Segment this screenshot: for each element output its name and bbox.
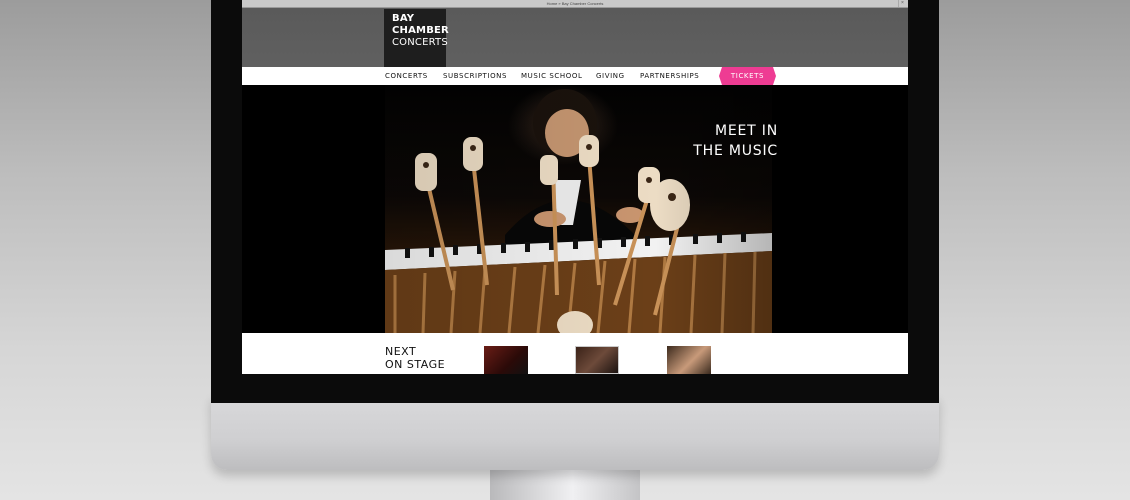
nav-item-concerts[interactable]: CONCERTS [385, 67, 428, 85]
logo-text-bay: BAY [392, 13, 415, 24]
nav-item-giving[interactable]: GIVING [596, 67, 625, 85]
event-thumbnail-3[interactable] [667, 346, 711, 374]
browser-address-bar[interactable]: Home » Bay Chamber Concerts × [242, 0, 908, 8]
next-on-stage-section: NEXT ON STAGE [242, 333, 908, 374]
next-on-stage-title-line2: ON STAGE [385, 358, 446, 371]
browser-screen: Home » Bay Chamber Concerts × BAY CHAMBE… [242, 0, 908, 374]
event-thumbnail-1[interactable] [484, 346, 528, 374]
next-on-stage-title-line1: NEXT [385, 345, 417, 358]
logo-text-chamber: CHAMBER [392, 25, 449, 36]
logo-text-concerts: CONCERTS [392, 37, 448, 48]
next-on-stage-title: NEXT ON STAGE [385, 345, 475, 371]
site-header: BAY CHAMBER CONCERTS [242, 8, 908, 67]
event-thumbnail-2[interactable] [575, 346, 619, 374]
nav-item-subscriptions[interactable]: SUBSCRIPTIONS [443, 67, 507, 85]
close-icon[interactable]: × [898, 0, 906, 7]
monitor-chin [211, 395, 939, 470]
browser-address-text: Home » Bay Chamber Concerts [546, 1, 604, 6]
main-navigation: CONCERTS SUBSCRIPTIONS MUSIC SCHOOL GIVI… [242, 67, 908, 85]
hero-headline-line1: MEET IN [715, 123, 778, 139]
nav-item-partnerships[interactable]: PARTNERSHIPS [640, 67, 699, 85]
nav-item-music-school[interactable]: MUSIC SCHOOL [521, 67, 583, 85]
tickets-button[interactable]: TICKETS [719, 67, 776, 85]
hero-headline: MEET IN THE MUSIC [668, 121, 778, 161]
site-logo[interactable]: BAY CHAMBER CONCERTS [384, 9, 449, 67]
hero-banner: MEET IN THE MUSIC [242, 85, 908, 333]
hero-headline-line2: THE MUSIC [693, 143, 778, 159]
